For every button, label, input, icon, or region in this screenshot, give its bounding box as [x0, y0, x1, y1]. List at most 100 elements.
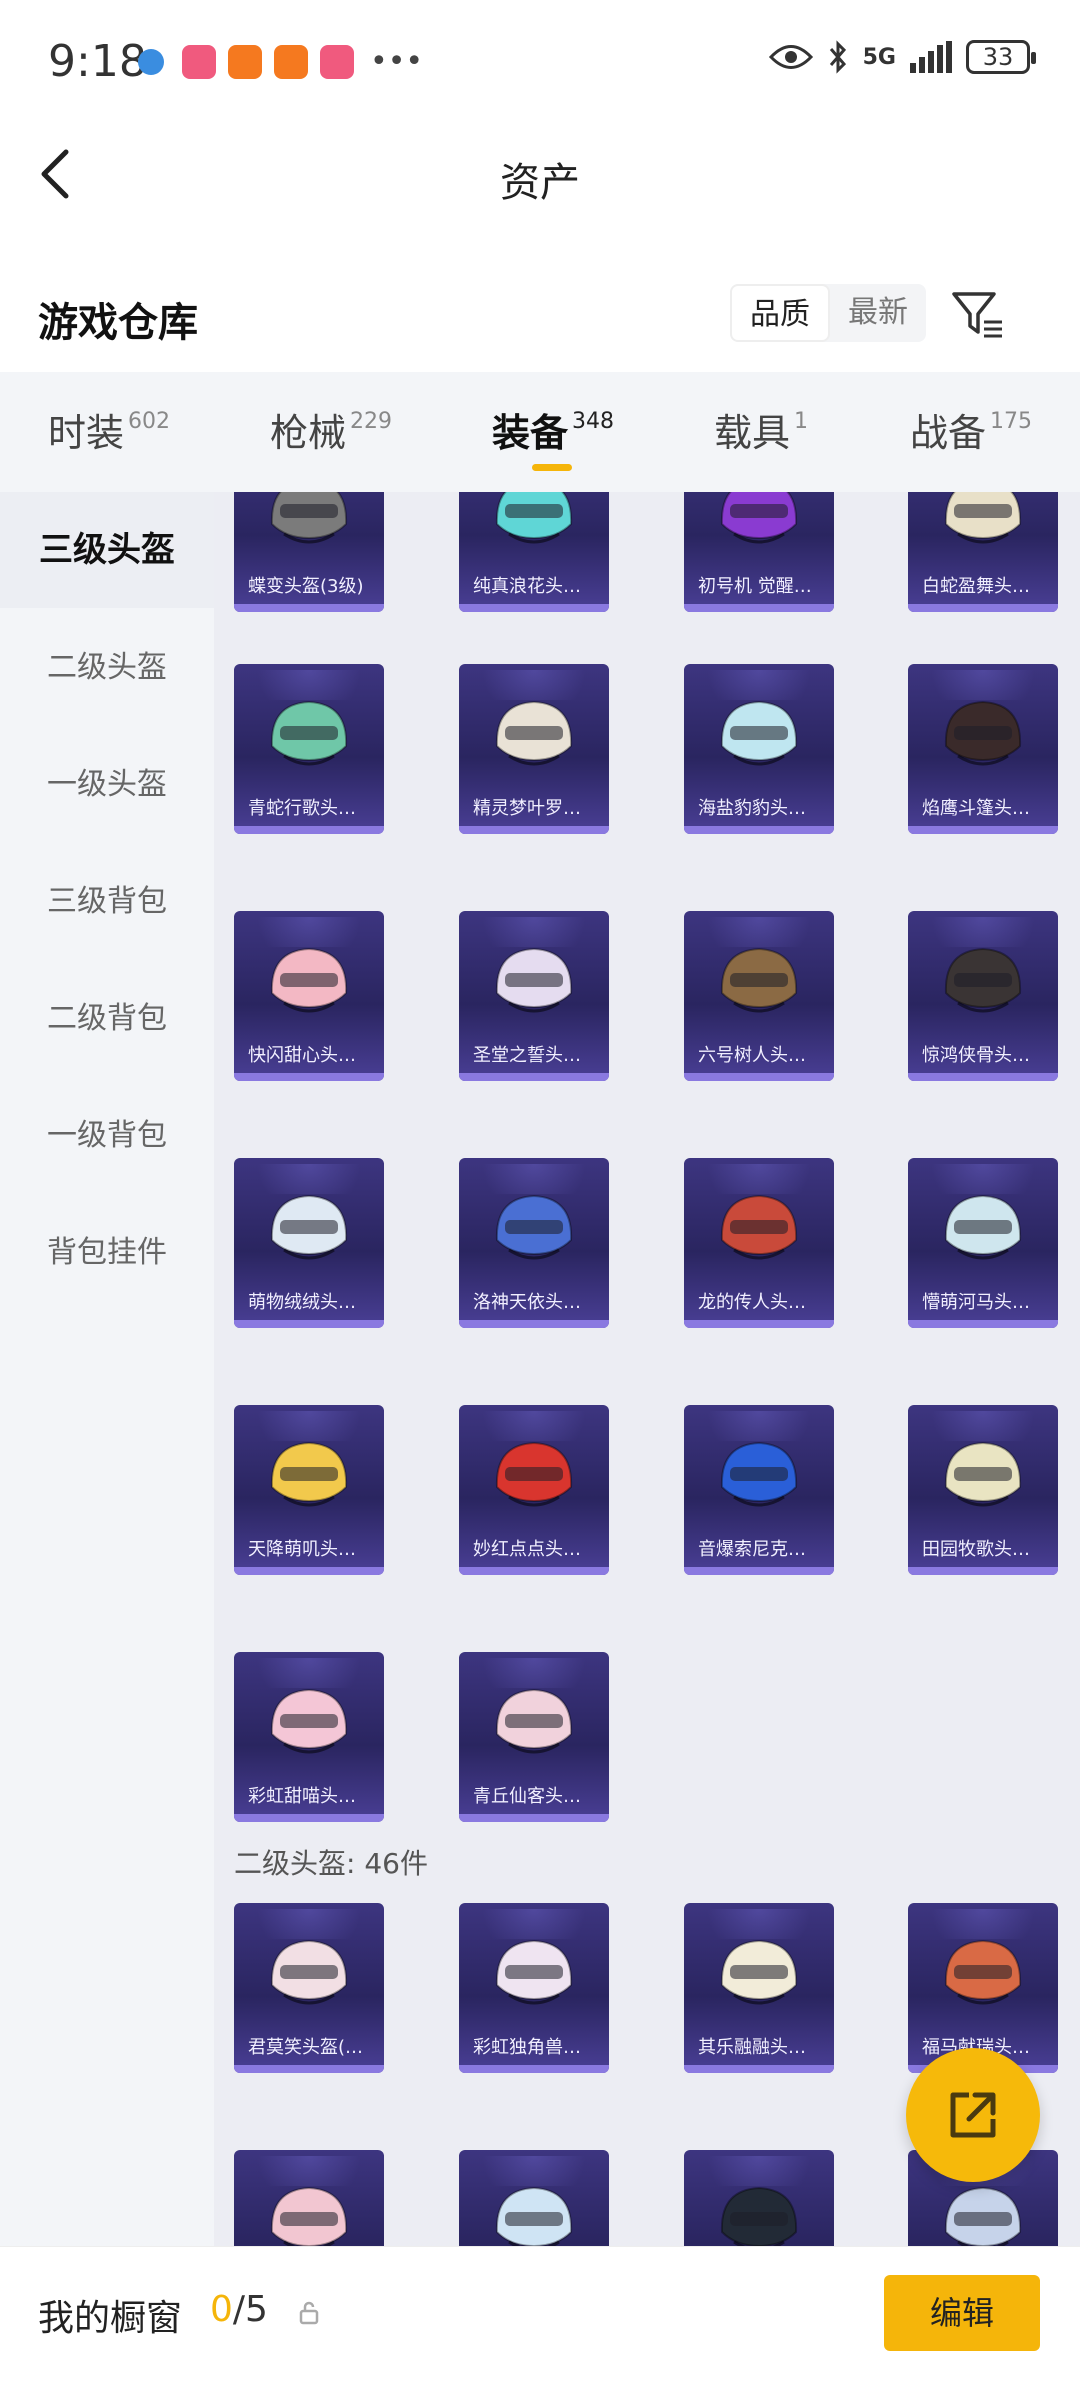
status-system-icons: 5G 33: [768, 40, 1036, 74]
item-card[interactable]: 快闪甜心头…: [234, 911, 384, 1081]
item-card[interactable]: 惊鸿侠骨头…: [908, 911, 1058, 1081]
status-bar: 9:18 ••• 5G 33: [0, 0, 1080, 120]
tab-label: 载具: [714, 411, 791, 455]
item-card[interactable]: [459, 2150, 609, 2246]
helmet-icon: [270, 1688, 348, 1754]
lock-icon: [299, 2301, 319, 2325]
item-card[interactable]: 白蛇盈舞头…: [908, 492, 1058, 612]
video-app-icon: [228, 44, 262, 79]
helmet-icon: [944, 947, 1022, 1013]
status-notification-icons: •••: [138, 44, 423, 79]
showcase-bar: 我的橱窗 0/5 编辑: [0, 2246, 1080, 2381]
item-card[interactable]: 龙的传人头…: [684, 1158, 834, 1328]
sidebar-item-level1-helmet[interactable]: 一级头盔: [0, 727, 214, 843]
item-card[interactable]: [234, 2150, 384, 2246]
quality-bar: [234, 1073, 384, 1081]
item-card[interactable]: 田园牧歌头…: [908, 1405, 1058, 1575]
helmet-icon: [270, 492, 348, 544]
helmet-icon: [944, 1441, 1022, 1507]
edit-button[interactable]: 编辑: [884, 2275, 1040, 2351]
tab-count: 229: [350, 409, 393, 434]
network-type-label: 5G: [862, 44, 896, 70]
item-name: 田园牧歌头…: [922, 1539, 1030, 1560]
tab-vehicles[interactable]: 载具 1: [714, 402, 808, 457]
item-card[interactable]: 海盐豹豹头…: [684, 664, 834, 834]
item-name: 焰鹰斗篷头…: [922, 798, 1030, 819]
item-card[interactable]: 音爆索尼克…: [684, 1405, 834, 1575]
helmet-icon: [944, 1939, 1022, 2005]
quality-bar: [684, 1567, 834, 1575]
item-card[interactable]: 彩虹独角兽…: [459, 1903, 609, 2073]
item-card[interactable]: 精灵梦叶罗…: [459, 664, 609, 834]
item-card[interactable]: 圣堂之誓头…: [459, 911, 609, 1081]
item-card[interactable]: [684, 2150, 834, 2246]
sort-newest-button[interactable]: 最新: [830, 284, 926, 342]
helmet-icon: [495, 2186, 573, 2246]
active-tab-indicator: [532, 464, 572, 471]
tab-count: 348: [572, 409, 615, 434]
item-card[interactable]: 福马献瑞头…: [908, 1903, 1058, 2073]
item-card[interactable]: 洛神天依头…: [459, 1158, 609, 1328]
quality-bar: [684, 1073, 834, 1081]
item-card[interactable]: 懵萌河马头…: [908, 1158, 1058, 1328]
tab-label: 战备: [910, 411, 987, 455]
item-name: 白蛇盈舞头…: [922, 576, 1030, 597]
sidebar-item-level1-backpack[interactable]: 一级背包: [0, 1078, 214, 1194]
helmet-icon: [270, 947, 348, 1013]
sidebar-item-level2-backpack[interactable]: 二级背包: [0, 961, 214, 1077]
helmet-icon: [720, 1441, 798, 1507]
quality-bar: [234, 2065, 384, 2073]
item-name: 精灵梦叶罗…: [473, 798, 581, 819]
tab-guns[interactable]: 枪械 229: [270, 402, 392, 457]
sidebar-item-level3-backpack[interactable]: 三级背包: [0, 844, 214, 960]
showcase-count: 0/5: [210, 2289, 268, 2330]
helmet-icon: [270, 700, 348, 766]
sidebar-item-level2-helmet[interactable]: 二级头盔: [0, 610, 214, 726]
item-name: 青丘仙客头…: [473, 1786, 581, 1807]
quality-bar: [684, 604, 834, 612]
quality-bar: [908, 604, 1058, 612]
share-button[interactable]: [906, 2048, 1040, 2182]
item-card[interactable]: 青丘仙客头…: [459, 1652, 609, 1822]
item-card[interactable]: 其乐融融头…: [684, 1903, 834, 2073]
item-card[interactable]: 蝶变头盔(3级): [234, 492, 384, 612]
item-card[interactable]: 六号树人头…: [684, 911, 834, 1081]
quality-bar: [459, 1567, 609, 1575]
item-card[interactable]: 焰鹰斗篷头…: [908, 664, 1058, 834]
sort-quality-button[interactable]: 品质: [730, 284, 830, 342]
item-name: 快闪甜心头…: [248, 1045, 356, 1066]
item-name: 纯真浪花头…: [473, 576, 581, 597]
item-card[interactable]: 妙红点点头…: [459, 1405, 609, 1575]
item-card[interactable]: 君莫笑头盔(…: [234, 1903, 384, 2073]
helmet-icon: [944, 492, 1022, 544]
filter-icon[interactable]: [950, 286, 1006, 342]
item-card[interactable]: 青蛇行歌头…: [234, 664, 384, 834]
item-name: 音爆索尼克…: [698, 1539, 806, 1560]
tab-label: 时装: [48, 411, 125, 455]
quality-bar: [684, 826, 834, 834]
sidebar-item-level3-helmet[interactable]: 三级头盔: [0, 492, 214, 608]
helmet-icon: [720, 947, 798, 1013]
eye-icon: [768, 45, 813, 69]
item-name: 懵萌河马头…: [922, 1292, 1030, 1313]
helmet-icon: [495, 1194, 573, 1260]
item-name: 萌物绒绒头…: [248, 1292, 356, 1313]
helmet-icon: [495, 1441, 573, 1507]
quality-bar: [234, 1814, 384, 1822]
item-card[interactable]: 纯真浪花头…: [459, 492, 609, 612]
quality-bar: [459, 826, 609, 834]
sidebar-item-backpack-pendant[interactable]: 背包挂件: [0, 1195, 214, 1311]
tab-label: 装备: [492, 411, 569, 455]
tab-equipment[interactable]: 装备 348: [492, 402, 614, 457]
helmet-icon: [495, 947, 573, 1013]
more-notifications-icon: •••: [370, 44, 424, 79]
helmet-icon: [944, 2186, 1022, 2246]
item-card[interactable]: 初号机 觉醒…: [684, 492, 834, 612]
tab-gear[interactable]: 战备 175: [910, 402, 1032, 457]
item-card[interactable]: 天降萌叽头…: [234, 1405, 384, 1575]
page-title: 资产: [500, 160, 580, 206]
item-card[interactable]: 萌物绒绒头…: [234, 1158, 384, 1328]
item-card[interactable]: 彩虹甜喵头…: [234, 1652, 384, 1822]
helmet-icon: [495, 1688, 573, 1754]
tab-fashion[interactable]: 时装 602: [48, 402, 170, 457]
